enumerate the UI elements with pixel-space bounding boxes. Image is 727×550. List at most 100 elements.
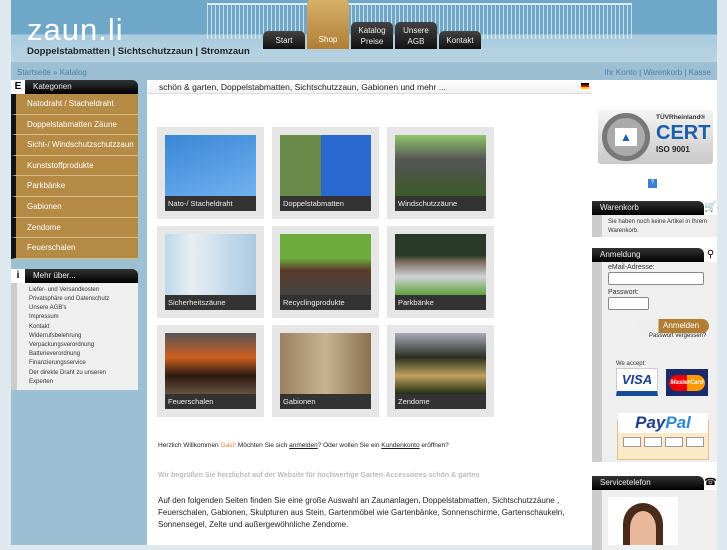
header: zaun.li Doppelstabmatten | Sichtschutzza… [11, 0, 717, 62]
guest-label: Gast! [220, 442, 237, 449]
nav-agb[interactable]: Unsere AGB [395, 22, 437, 49]
more-link[interactable]: Unsere AGB's [29, 304, 138, 313]
nav-start[interactable]: Start [263, 31, 305, 49]
service-header: Servicetelefon [592, 476, 704, 490]
more-link[interactable]: Kontakt [29, 323, 138, 332]
nav-katalog-preise[interactable]: Katalog Preise [351, 22, 393, 49]
more-title: Mehr über... [33, 270, 76, 280]
breadcrumb-home[interactable]: Startseite [17, 68, 51, 77]
left-sidebar: E Kategorien Natodraht / Stacheldraht Dopp… [11, 80, 138, 390]
login-header: Anmeldung [592, 248, 704, 262]
more-link[interactable]: Verpackungsverordnung [29, 341, 138, 350]
mastercard-logo: MasterCard [666, 369, 708, 396]
login-link[interactable]: anmelden [289, 442, 318, 449]
tuv-brand: TÜVRheinland® [656, 114, 706, 121]
category-tile-label: Recyclingprodukte [280, 295, 371, 310]
intro-heading: Wir begrüßen Sie herzlichst auf der Webs… [158, 472, 480, 479]
more-link[interactable]: Widerrufsbelehrung [29, 332, 138, 341]
cart-icon[interactable]: 🛒 [704, 201, 717, 215]
category-tile[interactable]: Windschutzzäune [387, 127, 494, 219]
tuv-iso: ISO 9001 [656, 145, 690, 154]
more-box: i Mehr über... Liefer- und Versandkosten P… [11, 268, 138, 390]
forgot-password-link[interactable]: Passwort vergessen? [649, 333, 706, 339]
category-item[interactable]: Doppelstabmatten Zäune [11, 114, 138, 136]
cart-header: Warenkorb [592, 201, 704, 215]
sep: | [684, 68, 687, 77]
link-account[interactable]: Ihr Konto [604, 68, 636, 77]
more-link[interactable]: Experten [29, 378, 138, 387]
category-image [165, 234, 256, 295]
email-label: eMail-Adresse: [608, 264, 655, 271]
category-item[interactable]: Feuerschalen [11, 238, 138, 259]
category-tile[interactable]: Feuerschalen [157, 325, 264, 417]
more-header: i Mehr über... [11, 268, 138, 283]
category-tile[interactable]: Parkbänke [387, 226, 494, 318]
more-link[interactable]: Liefer- und Versandkosten [29, 286, 138, 295]
page-title: schön & garten, Doppelstabmatten, Sichts… [147, 80, 592, 94]
category-image [395, 234, 486, 295]
accept-label: We accept: [616, 361, 646, 367]
category-tile-label: Windschutzzäune [395, 196, 486, 211]
breadcrumb-current[interactable]: Katalog [60, 68, 87, 77]
account-links: Ihr Konto | Warenkorb | Kasse [604, 68, 711, 77]
link-cart[interactable]: Warenkorb [643, 68, 682, 77]
tagline: Doppelstabmatten | Sichtschutzzaun | Str… [27, 46, 250, 57]
w4: eröffnen? [419, 442, 449, 449]
category-tile[interactable]: Gabionen [272, 325, 379, 417]
categories-title: Kategorien [33, 82, 72, 91]
create-account-link[interactable]: Kundenkonto [381, 442, 419, 449]
link-checkout[interactable]: Kasse [689, 68, 711, 77]
welcome-text: Herzlich Willkommen Gast! Möchten Sie si… [158, 442, 449, 449]
category-tile-label: Zendome [395, 394, 486, 409]
category-item[interactable]: Sicht-/ Windschutzschutzzaun [11, 135, 138, 156]
category-tile[interactable]: Zendome [387, 325, 494, 417]
category-tile[interactable]: Sicherheitszäune [157, 226, 264, 318]
card-icons [618, 437, 708, 447]
help-icon[interactable]: ? [648, 179, 657, 188]
paypal-logo[interactable]: PayPal [617, 413, 709, 460]
more-link[interactable]: Finanzierungsservice [29, 359, 138, 368]
category-item[interactable]: Natodraht / Stacheldraht [11, 94, 138, 115]
w1: Herzlich Willkommen [158, 442, 221, 449]
category-tile[interactable]: Doppelstabmatten [272, 127, 379, 219]
category-item[interactable]: Parkbänke [11, 176, 138, 197]
nav-shop[interactable]: Shop [307, 0, 349, 49]
service-title: Servicetelefon [600, 478, 651, 487]
info-icon: i [11, 268, 25, 283]
category-tile[interactable]: Recyclingprodukte [272, 226, 379, 318]
category-item[interactable]: Kunststoffprodukte [11, 155, 138, 177]
phone-icon: ☎ [704, 476, 717, 490]
more-link[interactable]: Privatsphäre und Datenschutz [29, 295, 138, 304]
tuv-cert-badge[interactable]: ▲ TÜVRheinland® CERT ISO 9001 [598, 110, 713, 164]
mastercard-text: MasterCard [669, 374, 705, 391]
password-field[interactable] [608, 297, 649, 310]
visa-logo: VISA [616, 368, 658, 396]
breadcrumb-sep: » [53, 68, 58, 77]
category-tile-label: Feuerschalen [165, 394, 256, 409]
more-link[interactable]: Batterieverordnung [29, 350, 138, 359]
category-tile-label: Nato-/ Stacheldraht [165, 196, 256, 211]
search-icon: ⚲ [704, 248, 717, 262]
w2: Möchten Sie sich [236, 442, 290, 449]
german-flag-icon[interactable] [581, 83, 589, 89]
login-title: Anmeldung [600, 250, 641, 259]
login-button[interactable]: Anmelden [637, 319, 709, 333]
email-field[interactable] [608, 272, 704, 285]
category-tile[interactable]: Nato-/ Stacheldraht [157, 127, 264, 219]
category-item[interactable]: Gabionen [11, 196, 138, 218]
logo[interactable]: zaun.li [27, 12, 124, 48]
tuv-cert: CERT [656, 122, 711, 144]
category-image [280, 234, 371, 295]
category-tile-label: Sicherheitszäune [165, 295, 256, 310]
more-link[interactable]: Der direkte Draht zu unseren [29, 369, 138, 378]
main-content: schön & garten, Doppelstabmatten, Sichts… [147, 80, 592, 545]
password-label: Passwort: [608, 289, 639, 296]
category-image [395, 333, 486, 394]
categories-header: E Kategorien [11, 80, 138, 94]
more-link[interactable]: Impressum [29, 313, 138, 322]
tuv-seal-icon: ▲ [602, 113, 650, 161]
nav-kontakt[interactable]: Kontakt [439, 31, 481, 49]
category-item[interactable]: Zendome [11, 217, 138, 239]
breadcrumb-bar: Startseite » Katalog Ihr Konto | Warenko… [11, 65, 717, 80]
cart-title: Warenkorb [600, 203, 639, 212]
